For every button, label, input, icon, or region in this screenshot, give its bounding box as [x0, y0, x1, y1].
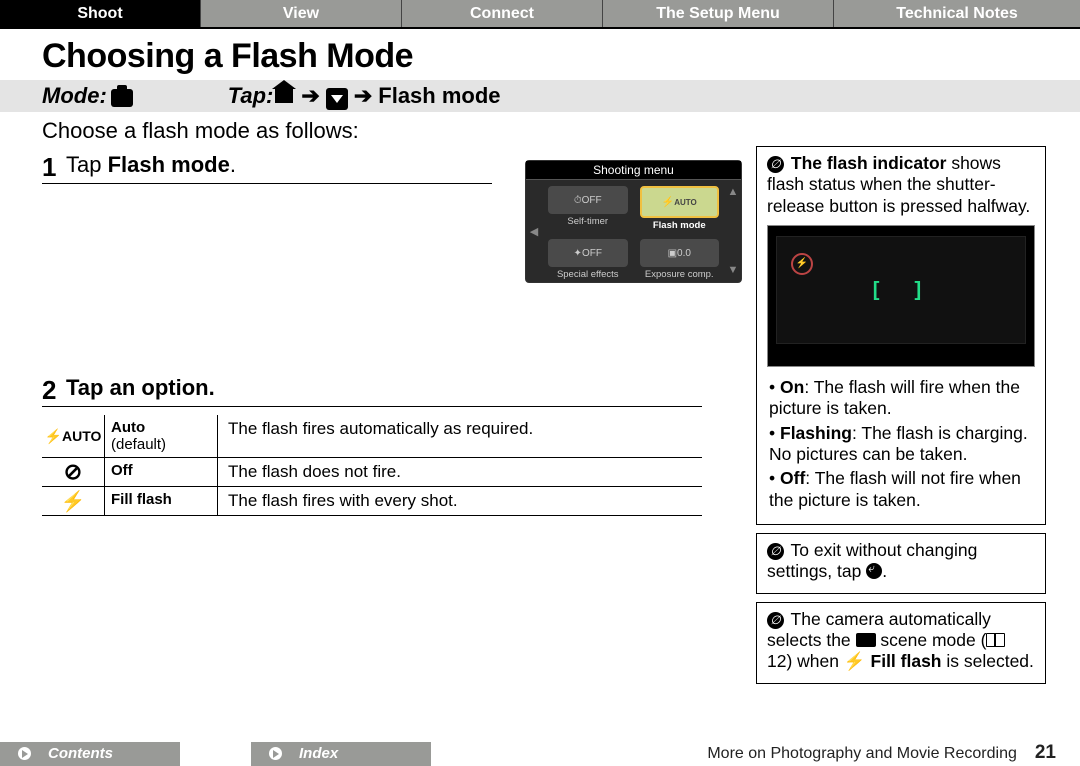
lcd-preview: [ ] [767, 225, 1035, 367]
option-fill-desc: The flash fires with every shot. [218, 487, 702, 515]
option-off-name: Off [105, 458, 218, 486]
shooting-menu-title: Shooting menu [526, 161, 741, 180]
menu-self-timer: ⏱ OFF Self-timer [542, 180, 634, 233]
left-arrow-icon: ◀ [526, 180, 542, 282]
tab-connect[interactable]: Connect [402, 0, 603, 27]
index-link[interactable]: Index [251, 742, 431, 766]
right-arrows: ▲▼ [725, 180, 741, 282]
option-auto-name: Auto(default) [105, 415, 218, 457]
step-1-text: Tap Flash mode. [64, 152, 236, 183]
tab-shoot[interactable]: Shoot [0, 0, 201, 27]
step-2-number: 2 [42, 375, 64, 406]
tab-view[interactable]: View [201, 0, 402, 27]
mode-label: Mode: [42, 83, 107, 109]
down-arrow-icon [326, 88, 348, 110]
scene-mode-icon [856, 633, 876, 647]
menu-special-effects: ✦ OFF Special effects [542, 233, 634, 282]
option-fill-name: Fill flash [105, 487, 218, 515]
option-off-icon: ⊘ [42, 458, 105, 486]
mode-bar: Mode: Tap: ➔ ➔ Flash mode [0, 80, 1080, 112]
note-icon: ∅ [767, 543, 784, 560]
contents-link[interactable]: Contents [0, 742, 180, 766]
home-icon [275, 89, 293, 103]
page-number: 21 [1035, 742, 1056, 763]
exit-note-box: ∅ To exit without changing settings, tap… [756, 533, 1046, 594]
tab-technotes[interactable]: Technical Notes [834, 0, 1080, 27]
page-title: Choosing a Flash Mode [0, 29, 1080, 80]
menu-exposure-comp: ▣ 0.0 Exposure comp. [634, 233, 726, 282]
option-auto-desc: The flash fires automatically as require… [218, 415, 702, 457]
shooting-menu-screenshot: Shooting menu ◀ ⏱ OFF Self-timer ⚡AUTO F… [525, 160, 742, 283]
option-off-desc: The flash does not fire. [218, 458, 702, 486]
scene-note-box: ∅ The camera automatically selects the s… [756, 602, 1046, 684]
arrow-icon: ➔ [301, 83, 319, 109]
footer-section: More on Photography and Movie Recording2… [707, 742, 1056, 764]
camera-icon [111, 89, 133, 107]
intro-text: Choose a flash mode as follows: [0, 112, 1080, 146]
note-icon: ∅ [767, 612, 784, 629]
step-1-number: 1 [42, 152, 64, 183]
back-icon [866, 563, 882, 579]
flash-indicator-box: ∅ The flash indicator shows flash status… [756, 146, 1046, 525]
footer: Contents Index More on Photography and M… [0, 737, 1080, 766]
flash-mode-label: Flash mode [378, 83, 500, 109]
option-fill-icon: ⚡ [42, 487, 105, 515]
menu-flash-mode: ⚡AUTO Flash mode [634, 180, 726, 233]
note-icon: ∅ [767, 156, 784, 173]
tap-label: Tap: [228, 83, 274, 109]
manual-ref-icon [986, 633, 1005, 647]
focus-brackets: [ ] [873, 278, 929, 302]
top-tabs: Shoot View Connect The Setup Menu Techni… [0, 0, 1080, 29]
arrow-icon: ➔ [354, 83, 372, 109]
step-2-text: Tap an option. [64, 375, 215, 406]
tab-setup[interactable]: The Setup Menu [603, 0, 834, 27]
option-auto-icon: ⚡AUTO [42, 415, 105, 457]
flash-status-icon [791, 253, 813, 275]
options-table: ⚡AUTO Auto(default) The flash fires auto… [42, 415, 702, 516]
